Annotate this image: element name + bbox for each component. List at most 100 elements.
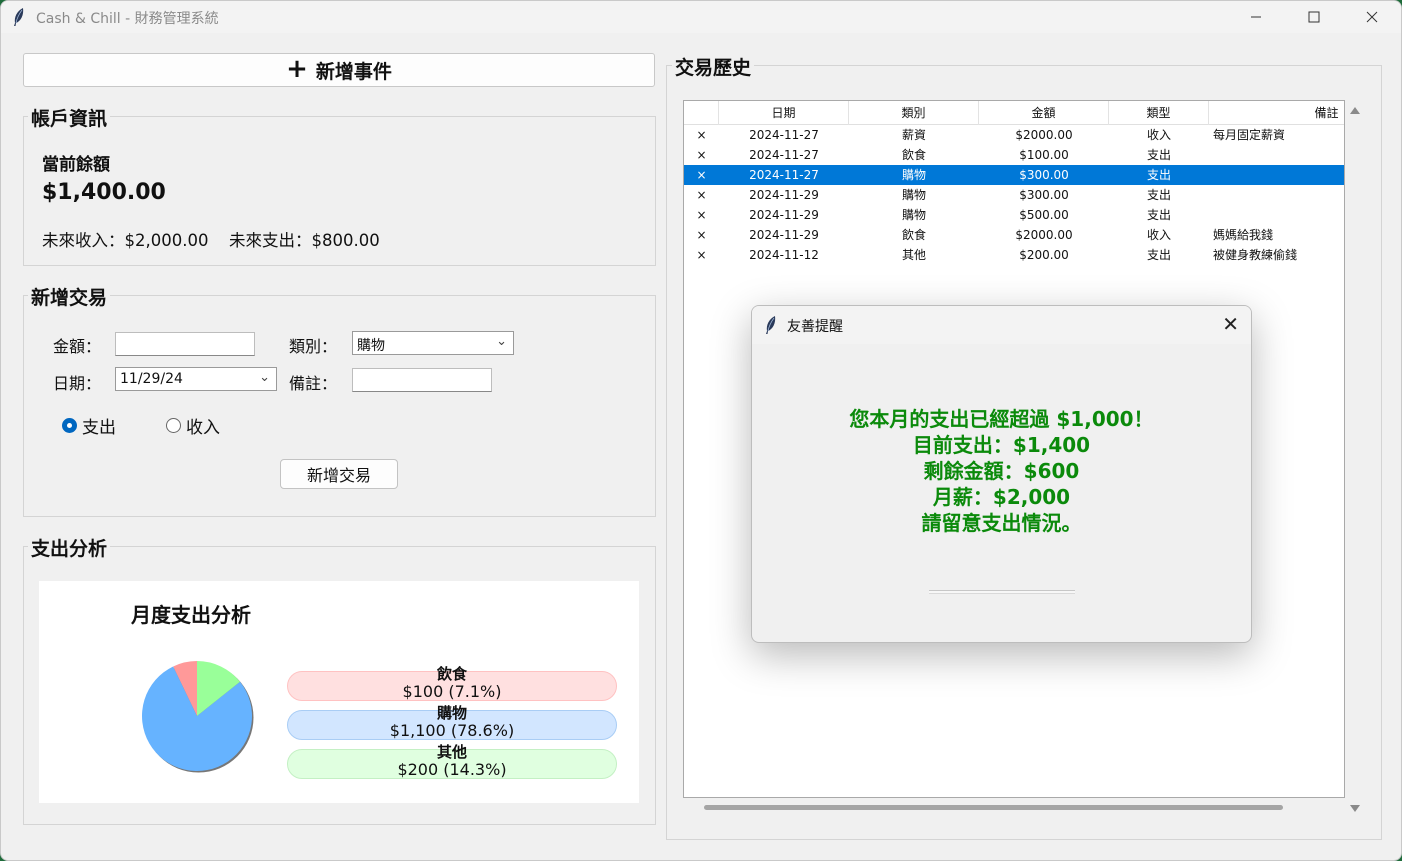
legend-name: 其他 (436, 743, 467, 761)
column-header-date[interactable]: 日期 (719, 101, 849, 125)
table-row[interactable]: × 2024-11-29 購物 $300.00 支出 (684, 185, 1344, 205)
radio-expense-label: 支出 (82, 418, 116, 438)
table-cell-date: 2024-11-27 (749, 128, 819, 142)
table-cell-date: 2024-11-29 (749, 228, 819, 242)
account-info-title: 帳戶資訊 (28, 104, 111, 131)
dialog-close-icon[interactable]: ✕ (1222, 312, 1239, 336)
table-cell-note (1213, 205, 1344, 225)
column-header-type[interactable]: 類型 (1109, 101, 1209, 125)
delete-row-icon[interactable]: × (684, 125, 719, 145)
table-cell-cat: 購物 (901, 188, 926, 202)
new-transaction-title: 新增交易 (28, 283, 111, 310)
table-cell-note (1213, 185, 1344, 205)
delete-row-icon[interactable]: × (684, 205, 719, 225)
table-cell-cat: 購物 (901, 168, 926, 182)
date-picker[interactable]: 11/29/24 ⌄ (115, 367, 277, 391)
minimize-icon (1251, 16, 1261, 18)
table-cell-amt: $300.00 (1019, 168, 1069, 182)
dialog-ok-button[interactable] (929, 590, 1075, 594)
table-cell-note (1213, 145, 1344, 165)
table-row[interactable]: × 2024-11-29 飲食 $2000.00 收入 媽媽給我錢 (684, 225, 1344, 245)
close-button[interactable] (1343, 1, 1401, 33)
future-expense: 未來支出：$800.00 (229, 231, 380, 250)
table-cell-note: 被健身教練偷錢 (1213, 248, 1298, 262)
dialog-message: 您本月的支出已經超過 $1,000！ 目前支出：$1,400 剩餘金額：$600… (752, 406, 1251, 536)
table-row[interactable]: × 2024-11-12 其他 $200.00 支出 被健身教練偷錢 (684, 245, 1344, 265)
radio-income-label: 收入 (186, 418, 220, 438)
table-cell-note: 媽媽給我錢 (1213, 228, 1274, 242)
table-cell-cat: 購物 (901, 208, 926, 222)
table-cell-amt: $200.00 (1019, 248, 1069, 262)
pie-chart-area: 月度支出分析 飲食 $100 (7.1%) 購物 $1,100 (78.6%) 其他 $2… (39, 581, 639, 803)
table-row[interactable]: × 2024-11-27 飲食 $100.00 支出 (684, 145, 1344, 165)
table-cell-date: 2024-11-12 (749, 248, 819, 262)
radio-expense[interactable]: 支出 (62, 413, 116, 438)
dialog-title-bar: 友善提醒 ✕ (752, 306, 1251, 344)
table-cell-cat: 薪資 (901, 128, 926, 142)
vertical-scrollbar[interactable] (1347, 100, 1363, 820)
chevron-down-icon: ⌄ (259, 370, 270, 385)
add-event-label: 新增事件 (315, 60, 392, 83)
column-header-note[interactable]: 備註 (1209, 101, 1344, 125)
maximize-button[interactable] (1285, 1, 1343, 33)
note-label: 備註： (289, 374, 338, 393)
table-row[interactable]: × 2024-11-29 購物 $500.00 支出 (684, 205, 1344, 225)
table-row[interactable]: × 2024-11-27 薪資 $2000.00 收入 每月固定薪資 (684, 125, 1344, 145)
legend-name: 購物 (436, 704, 467, 722)
dialog-title: 友善提醒 (787, 319, 843, 335)
note-input[interactable] (352, 368, 492, 392)
table-cell-amt: $100.00 (1019, 148, 1069, 162)
legend-value: $100 (7.1%) (402, 682, 502, 701)
main-window: Cash & Chill - 財務管理系統 + 新增事件 帳戶資訊 當前餘額 $… (0, 0, 1402, 861)
table-cell-amt: $2000.00 (1015, 128, 1073, 142)
radio-selected-icon (62, 418, 77, 433)
history-title: 交易歷史 (672, 53, 755, 80)
category-select[interactable]: 購物 ⌄ (352, 331, 514, 355)
table-cell-cat: 其他 (901, 248, 926, 262)
future-income: 未來收入：$2,000.00 (42, 231, 209, 250)
dialog-line: 您本月的支出已經超過 $1,000！ (849, 407, 1154, 431)
expense-analysis-title: 支出分析 (28, 534, 111, 561)
minimize-button[interactable] (1227, 1, 1285, 33)
delete-row-icon[interactable]: × (684, 165, 719, 185)
horizontal-scrollbar[interactable] (704, 805, 1283, 810)
table-cell-date: 2024-11-29 (749, 188, 819, 202)
add-transaction-button[interactable]: 新增交易 (280, 459, 398, 489)
plus-icon: + (286, 53, 308, 84)
table-cell-amt: $2000.00 (1015, 228, 1073, 242)
table-cell-type: 支出 (1146, 148, 1171, 162)
table-cell-type: 支出 (1146, 168, 1171, 182)
column-header-amount[interactable]: 金額 (979, 101, 1109, 125)
chart-title: 月度支出分析 (131, 603, 251, 627)
table-row[interactable]: × 2024-11-27 購物 $300.00 支出 (684, 165, 1344, 185)
add-event-button[interactable]: + 新增事件 (23, 53, 655, 87)
radio-unselected-icon (166, 418, 181, 433)
delete-row-icon[interactable]: × (684, 225, 719, 245)
radio-income[interactable]: 收入 (166, 413, 220, 438)
category-value: 購物 (357, 338, 385, 354)
scroll-arrows-icon (1350, 107, 1360, 812)
dialog-line: 目前支出：$1,400 (912, 433, 1091, 457)
table-header: 日期 類別 金額 類型 備註 (684, 101, 1344, 125)
table-cell-date: 2024-11-29 (749, 208, 819, 222)
amount-label: 金額： (53, 337, 102, 356)
date-value: 11/29/24 (120, 371, 183, 387)
legend-value: $1,100 (78.6%) (389, 721, 515, 740)
amount-input[interactable] (115, 332, 255, 356)
balance-label: 當前餘額 (42, 155, 110, 175)
maximize-icon (1308, 11, 1320, 23)
friendly-reminder-dialog: 友善提醒 ✕ 您本月的支出已經超過 $1,000！ 目前支出：$1,400 剩餘… (751, 305, 1252, 643)
table-cell-amt: $300.00 (1019, 188, 1069, 202)
dialog-line: 剩餘金額：$600 (923, 459, 1080, 483)
legend-name: 飲食 (436, 665, 467, 683)
window-title: Cash & Chill - 財務管理系統 (36, 11, 219, 27)
delete-row-icon[interactable]: × (684, 185, 719, 205)
column-header-category[interactable]: 類別 (849, 101, 979, 125)
pie-chart (142, 661, 254, 773)
delete-row-icon[interactable]: × (684, 245, 719, 265)
table-cell-cat: 飲食 (901, 228, 926, 242)
dialog-line: 請留意支出情況。 (921, 511, 1082, 535)
category-label: 類別： (289, 337, 338, 356)
table-cell-amt: $500.00 (1019, 208, 1069, 222)
delete-row-icon[interactable]: × (684, 145, 719, 165)
